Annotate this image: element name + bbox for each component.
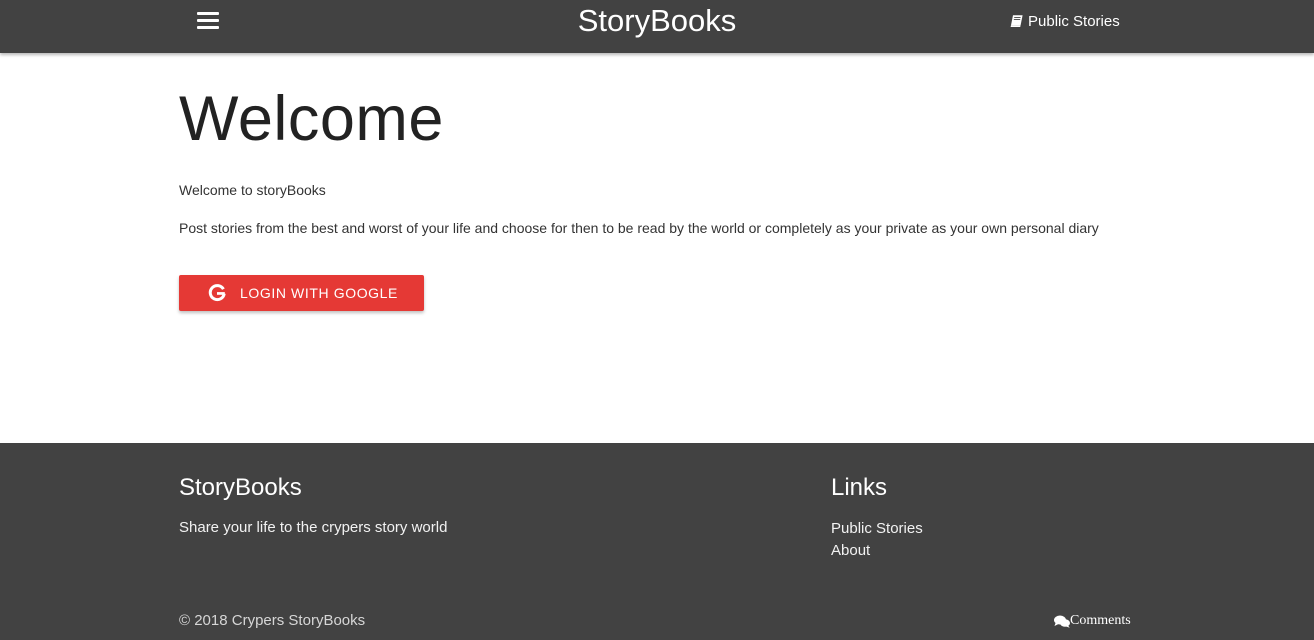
- login-button-label: LOGIN WITH GOOGLE: [240, 285, 398, 301]
- google-icon: [208, 284, 226, 302]
- page-title: Welcome: [179, 84, 444, 154]
- book-icon: [1010, 15, 1023, 27]
- comments-label: Comments: [1070, 613, 1131, 628]
- description-text: Post stories from the best and worst of …: [179, 220, 1099, 236]
- nav-public-stories-link[interactable]: Public Stories: [1010, 11, 1120, 31]
- footer: StoryBooks Share your life to the cryper…: [0, 443, 1314, 640]
- login-with-google-button[interactable]: LOGIN WITH GOOGLE: [179, 275, 424, 311]
- intro-text: Welcome to storyBooks: [179, 182, 326, 198]
- footer-brand-title: StoryBooks: [179, 474, 302, 501]
- footer-links-list: Public Stories About: [831, 518, 923, 562]
- footer-link-about[interactable]: About: [831, 542, 870, 559]
- copyright-text: © 2018 Crypers StoryBooks: [179, 612, 366, 629]
- comments-icon: [1054, 615, 1070, 628]
- footer-link-item: About: [831, 540, 923, 562]
- hamburger-menu-icon[interactable]: [195, 9, 221, 33]
- comments-link[interactable]: Comments: [1054, 612, 1131, 630]
- footer-tagline: Share your life to the crypers story wor…: [179, 519, 448, 536]
- footer-link-public-stories[interactable]: Public Stories: [831, 520, 923, 537]
- footer-link-item: Public Stories: [831, 518, 923, 540]
- navbar: StoryBooks Public Stories: [0, 0, 1314, 53]
- nav-public-stories-label: Public Stories: [1028, 12, 1120, 30]
- brand-logo[interactable]: StoryBooks: [578, 3, 737, 38]
- footer-links-title: Links: [831, 474, 888, 501]
